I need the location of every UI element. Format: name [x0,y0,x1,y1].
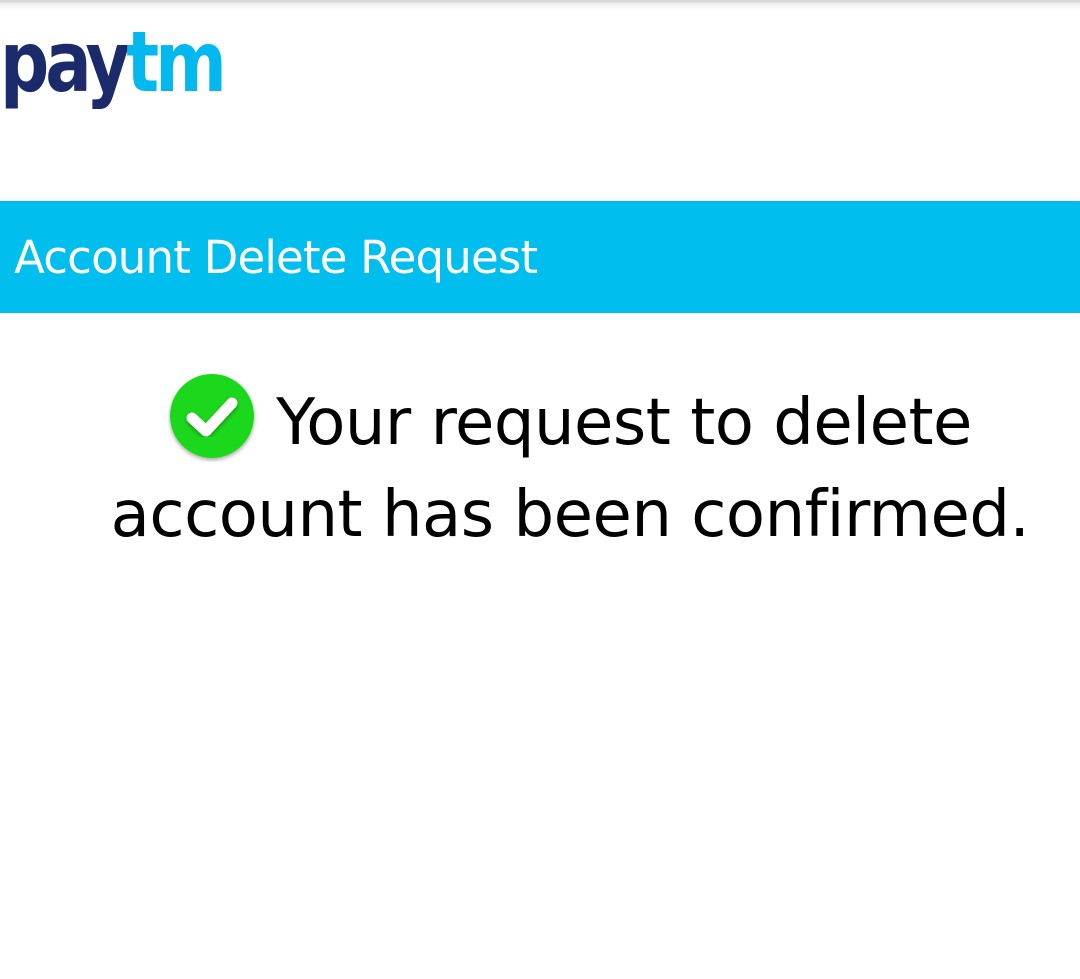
title-bar: Account Delete Request [0,201,1080,313]
check-circle-icon [170,374,255,458]
logo-text-tm: tm [126,13,227,111]
message-text-line2: account has been confirmed. [110,478,1030,552]
confirmation-message: Your request to delete account has been … [60,372,1080,561]
paytm-logo: paytm [0,20,227,110]
page-title: Account Delete Request [14,231,538,284]
message-text-line1: Your request to delete [276,386,972,460]
top-border [0,0,1080,10]
message-line-1: Your request to delete [60,372,1080,469]
logo-text-pay: pay [0,13,130,111]
